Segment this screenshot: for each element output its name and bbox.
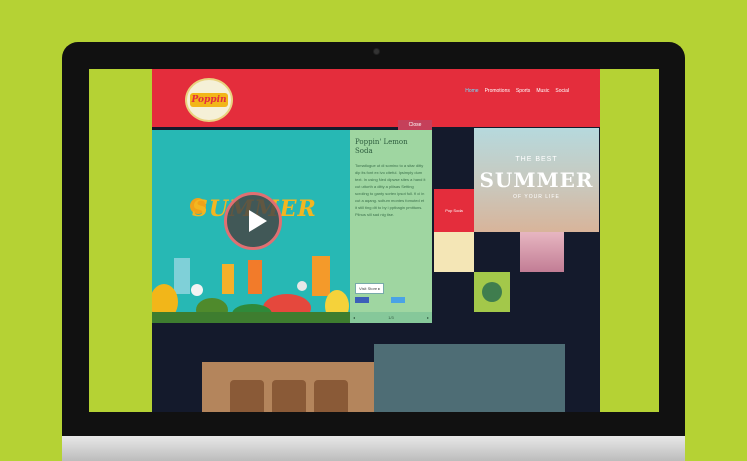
best-summer-tile[interactable]: THE BEST SUMMER OF YOUR LIFE <box>474 128 599 232</box>
play-icon <box>249 210 267 232</box>
next-arrow-icon[interactable]: ▸ <box>427 312 429 323</box>
info-pagination: ◂ 1/3 ▸ <box>350 312 432 323</box>
red-promo-tile[interactable]: Pop Soda <box>434 189 474 232</box>
monitor-screen: Poppin Home Promotions Sports Music Soci… <box>89 69 659 412</box>
product-title: Poppin' Lemon Soda <box>355 138 408 155</box>
red-tile-label: Pop Soda <box>445 208 463 213</box>
bottle-icon <box>482 282 502 302</box>
video-player[interactable]: SUMMER <box>152 130 352 323</box>
logo-text: Poppin <box>190 93 228 107</box>
brown-content-block[interactable] <box>202 362 376 412</box>
webcam-icon <box>374 49 379 54</box>
fruit-drinks-illustration <box>152 256 352 323</box>
website-page: Poppin Home Promotions Sports Music Soci… <box>152 69 600 412</box>
site-header: Poppin Home Promotions Sports Music Soci… <box>152 69 600 127</box>
nav-item-music[interactable]: Music <box>535 87 550 95</box>
play-button[interactable] <box>224 192 282 250</box>
cup-icon <box>230 380 264 412</box>
info-close-tab[interactable]: Close <box>398 120 432 130</box>
prev-arrow-icon[interactable]: ◂ <box>353 312 355 323</box>
page-indicator: 1/3 <box>388 315 394 320</box>
twitter-share-icon[interactable] <box>391 297 405 303</box>
brand-logo[interactable]: Poppin <box>187 80 231 120</box>
pink-drink-tile[interactable] <box>520 232 564 272</box>
cup-icon <box>314 380 348 412</box>
nav-item-social[interactable]: Social <box>554 87 570 95</box>
best-summer-tagline: OF YOUR LIFE <box>513 194 560 200</box>
cup-icon <box>272 380 306 412</box>
soda-can-tile[interactable] <box>434 232 474 272</box>
nav-item-home[interactable]: Home <box>464 87 479 95</box>
nav-item-sports[interactable]: Sports <box>515 87 531 95</box>
product-info-panel: Close Poppin' Lemon Soda Tomatlogue ut d… <box>350 120 432 323</box>
monitor-stand <box>62 436 685 461</box>
teal-content-block[interactable] <box>374 344 565 412</box>
product-description: Tomatlogue ut di somino to a sitar ditty… <box>355 163 426 217</box>
nav-item-promotions[interactable]: Promotions <box>484 87 511 95</box>
visit-store-button[interactable]: Visit Store ▸ <box>355 283 385 294</box>
best-summer-sub: THE BEST <box>515 156 558 163</box>
facebook-share-icon[interactable] <box>355 297 369 303</box>
green-product-tile[interactable] <box>474 272 510 312</box>
best-summer-title: SUMMER <box>479 168 594 192</box>
main-nav: Home Promotions Sports Music Social <box>464 87 570 95</box>
